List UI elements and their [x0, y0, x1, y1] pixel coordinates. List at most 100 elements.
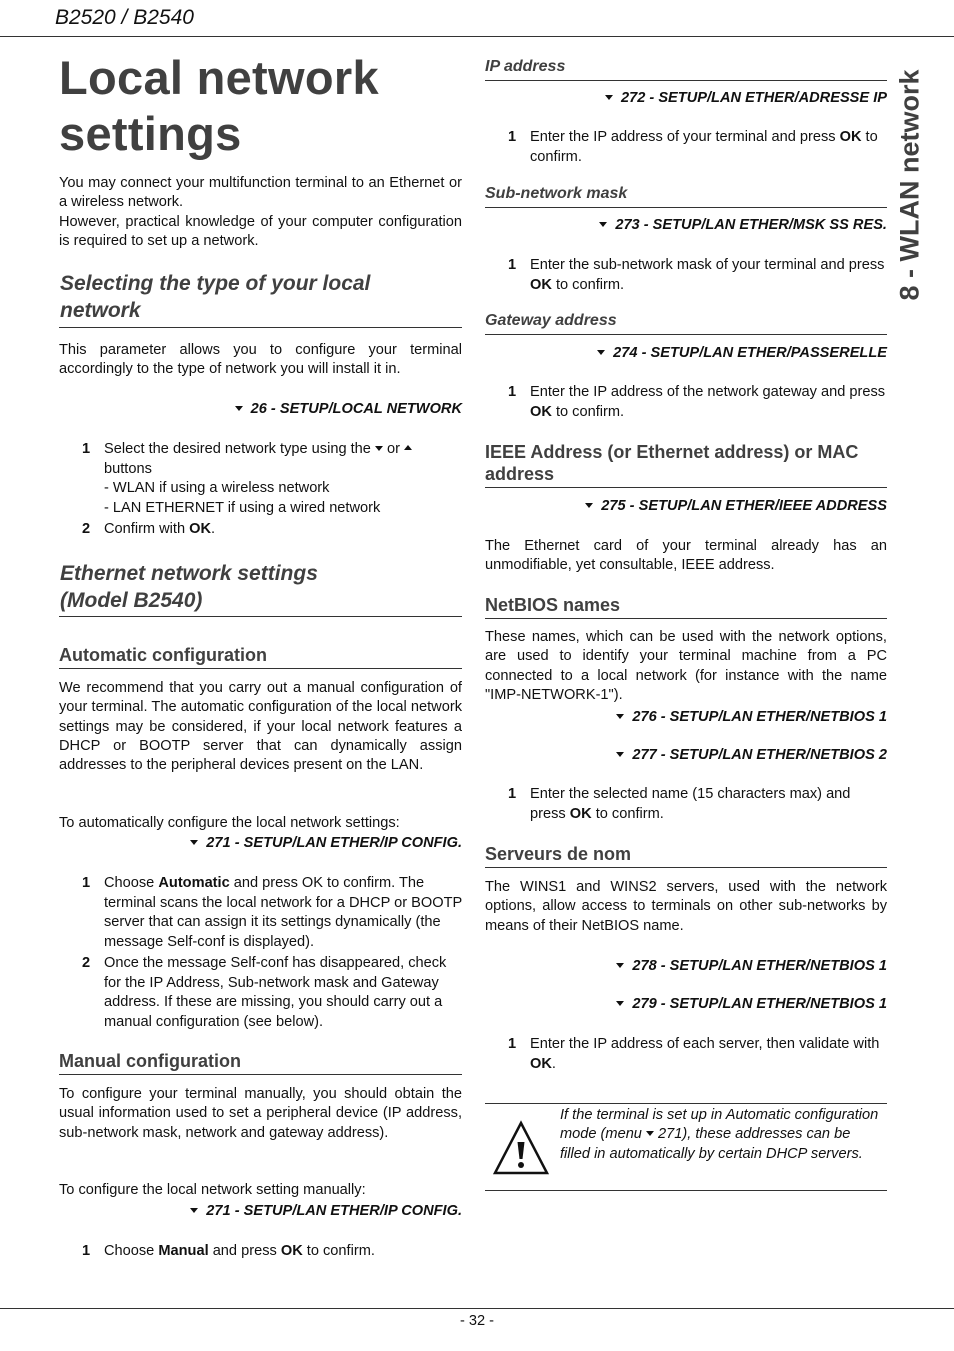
step-subitem: - WLAN if using a wireless network — [104, 480, 330, 496]
servers-body: The WINS1 and WINS2 servers, used with t… — [485, 879, 887, 934]
step-number: 1 — [508, 1036, 517, 1052]
step-item: 1 Select the desired network type using … — [82, 440, 462, 518]
menu-path-279: 279 - SETUP/LAN ETHER/NETBIOS 1 — [485, 996, 887, 1012]
section-rule — [59, 327, 462, 328]
down-arrow-icon — [234, 405, 243, 411]
subsection-heading-netbios: NetBIOS names — [485, 595, 621, 615]
down-arrow-icon — [616, 713, 625, 719]
subsection-heading-ieee: IEEE Address (or Ethernet address) or MA… — [485, 441, 895, 485]
select-type-body: This parameter allows you to configure y… — [59, 342, 462, 378]
chapter-side-tab: 8 - WLAN network — [880, 60, 940, 310]
auto-config-body: We recommend that you carry out a manual… — [59, 680, 462, 774]
menu-path-text: 279 - SETUP/LAN ETHER/NETBIOS 1 — [632, 996, 887, 1012]
step-number: 2 — [82, 955, 91, 971]
down-arrow-icon — [616, 751, 625, 757]
menu-path-text: 274 - SETUP/LAN ETHER/PASSERELLE — [613, 345, 887, 361]
step-text: . — [551, 1055, 556, 1072]
step-number: 1 — [508, 257, 517, 273]
menu-path-26: 26 - SETUP/LOCAL NETWORK — [59, 401, 462, 417]
subsection-heading-subnet-mask: Sub-network mask — [485, 185, 628, 202]
footer-rule — [0, 1308, 954, 1309]
section-rule — [485, 334, 887, 335]
menu-path-text: 278 - SETUP/LAN ETHER/NETBIOS 1 — [632, 958, 887, 974]
step-subitem: - LAN ETHERNET if using a wired network — [104, 499, 381, 516]
subsection-heading-manual-config: Manual configuration — [59, 1051, 241, 1071]
down-arrow-icon — [599, 221, 608, 227]
step-text: Choose — [104, 1243, 159, 1259]
netbios-body: These names, which can be used with the … — [485, 629, 887, 703]
step-text: . — [211, 521, 216, 537]
heading-line: Ethernet network settings — [60, 562, 318, 585]
subsection-heading-ip-address: IP address — [485, 58, 566, 75]
step-text: buttons — [104, 460, 152, 477]
step-text: to confirm. — [302, 1243, 375, 1259]
step-text: Enter the IP address of the network gate… — [530, 384, 886, 400]
section-rule — [59, 668, 462, 669]
section-rule — [485, 487, 887, 488]
menu-path-text: 26 - SETUP/LOCAL NETWORK — [250, 401, 462, 417]
step-bold-text: OK — [839, 129, 862, 145]
note-text: If the terminal is set up in Automatic c… — [560, 1106, 880, 1164]
down-arrow-icon — [585, 502, 594, 508]
page-title-line2: settings — [59, 107, 242, 160]
page-title: Local network settings — [59, 50, 379, 162]
step-text: Confirm with — [104, 521, 190, 537]
section-rule — [485, 867, 887, 868]
section-heading-select-type: Selecting the type of your local network — [60, 270, 462, 324]
step-item: 2 Confirm with OK. — [82, 520, 462, 540]
step-item: 1 Enter the IP address of each server, t… — [508, 1035, 888, 1074]
step-bold-text: OK — [569, 805, 592, 822]
menu-path-275: 275 - SETUP/LAN ETHER/IEEE ADDRESS — [485, 498, 887, 514]
menu-path-text: 277 - SETUP/LAN ETHER/NETBIOS 2 — [632, 747, 887, 763]
section-rule — [59, 616, 462, 617]
subsection-heading-name-servers: Serveurs de nom — [485, 844, 632, 864]
step-item: 1 Choose Manual and press OK to confirm. — [82, 1242, 462, 1262]
step-text: Choose — [104, 875, 159, 891]
step-bold-text: Manual — [158, 1243, 209, 1259]
down-arrow-icon — [616, 962, 625, 968]
page-title-line1: Local network — [59, 51, 379, 104]
intro-text-1: You may connect your multifunction termi… — [59, 175, 462, 211]
down-arrow-icon — [190, 839, 199, 845]
down-arrow-icon — [616, 1000, 625, 1006]
menu-path-271: 271 - SETUP/LAN ETHER/IP CONFIG. — [59, 1203, 462, 1219]
step-number: 1 — [508, 786, 517, 802]
step-number: 1 — [82, 875, 91, 891]
section-rule — [485, 207, 887, 208]
down-arrow-icon — [374, 445, 383, 451]
step-item: 1 Enter the sub-network mask of your ter… — [508, 256, 888, 295]
document-header-title: B2520 / B2540 — [55, 6, 194, 29]
menu-path-276: 276 - SETUP/LAN ETHER/NETBIOS 1 — [485, 709, 887, 725]
page-number: - 32 - — [459, 1313, 495, 1329]
menu-path-273: 273 - SETUP/LAN ETHER/MSK SS RES. — [485, 217, 887, 233]
step-number: 1 — [508, 129, 517, 145]
menu-path-274: 274 - SETUP/LAN ETHER/PASSERELLE — [485, 345, 887, 361]
menu-path-text: 276 - SETUP/LAN ETHER/NETBIOS 1 — [632, 709, 887, 725]
down-arrow-icon — [605, 94, 613, 100]
step-item: 1 Enter the selected name (15 characters… — [508, 785, 888, 824]
menu-path-text: 272 - SETUP/LAN ETHER/ADRESSE IP — [621, 90, 887, 106]
subsection-heading-auto-config: Automatic configuration — [59, 645, 267, 665]
menu-path-text: 275 - SETUP/LAN ETHER/IEEE ADDRESS — [601, 498, 887, 514]
note-top-rule — [485, 1103, 887, 1104]
step-text: Once the message Self-conf has disappear… — [104, 955, 447, 1030]
step-text: Enter the sub-network mask of your termi… — [530, 257, 885, 273]
step-item: 1 Enter the IP address of the network ga… — [508, 383, 888, 422]
step-text: to confirm. — [591, 805, 664, 822]
section-heading-ethernet: Ethernet network settings (Model B2540) — [60, 560, 462, 614]
note-bottom-rule — [485, 1190, 887, 1191]
auto-config-lead: To automatically configure the local net… — [59, 815, 400, 831]
heading-line: IEEE Address (or Ethernet address) or MA… — [485, 442, 859, 462]
step-text: and press — [208, 1243, 281, 1259]
section-rule — [59, 1074, 462, 1075]
chapter-side-tab-label: 8 - WLAN network — [894, 69, 925, 301]
down-arrow-icon — [190, 1207, 199, 1213]
subsection-heading-gateway: Gateway address — [485, 312, 617, 329]
step-number: 1 — [508, 384, 517, 400]
menu-path-272: 272 - SETUP/LAN ETHER/ADRESSE IP — [485, 90, 887, 106]
menu-path-277: 277 - SETUP/LAN ETHER/NETBIOS 2 — [485, 747, 887, 763]
step-text: Enter the IP address of your terminal an… — [530, 129, 840, 145]
step-bold-text: OK — [189, 521, 212, 537]
heading-line: (Model B2540) — [60, 589, 203, 612]
down-arrow-icon — [645, 1130, 654, 1136]
